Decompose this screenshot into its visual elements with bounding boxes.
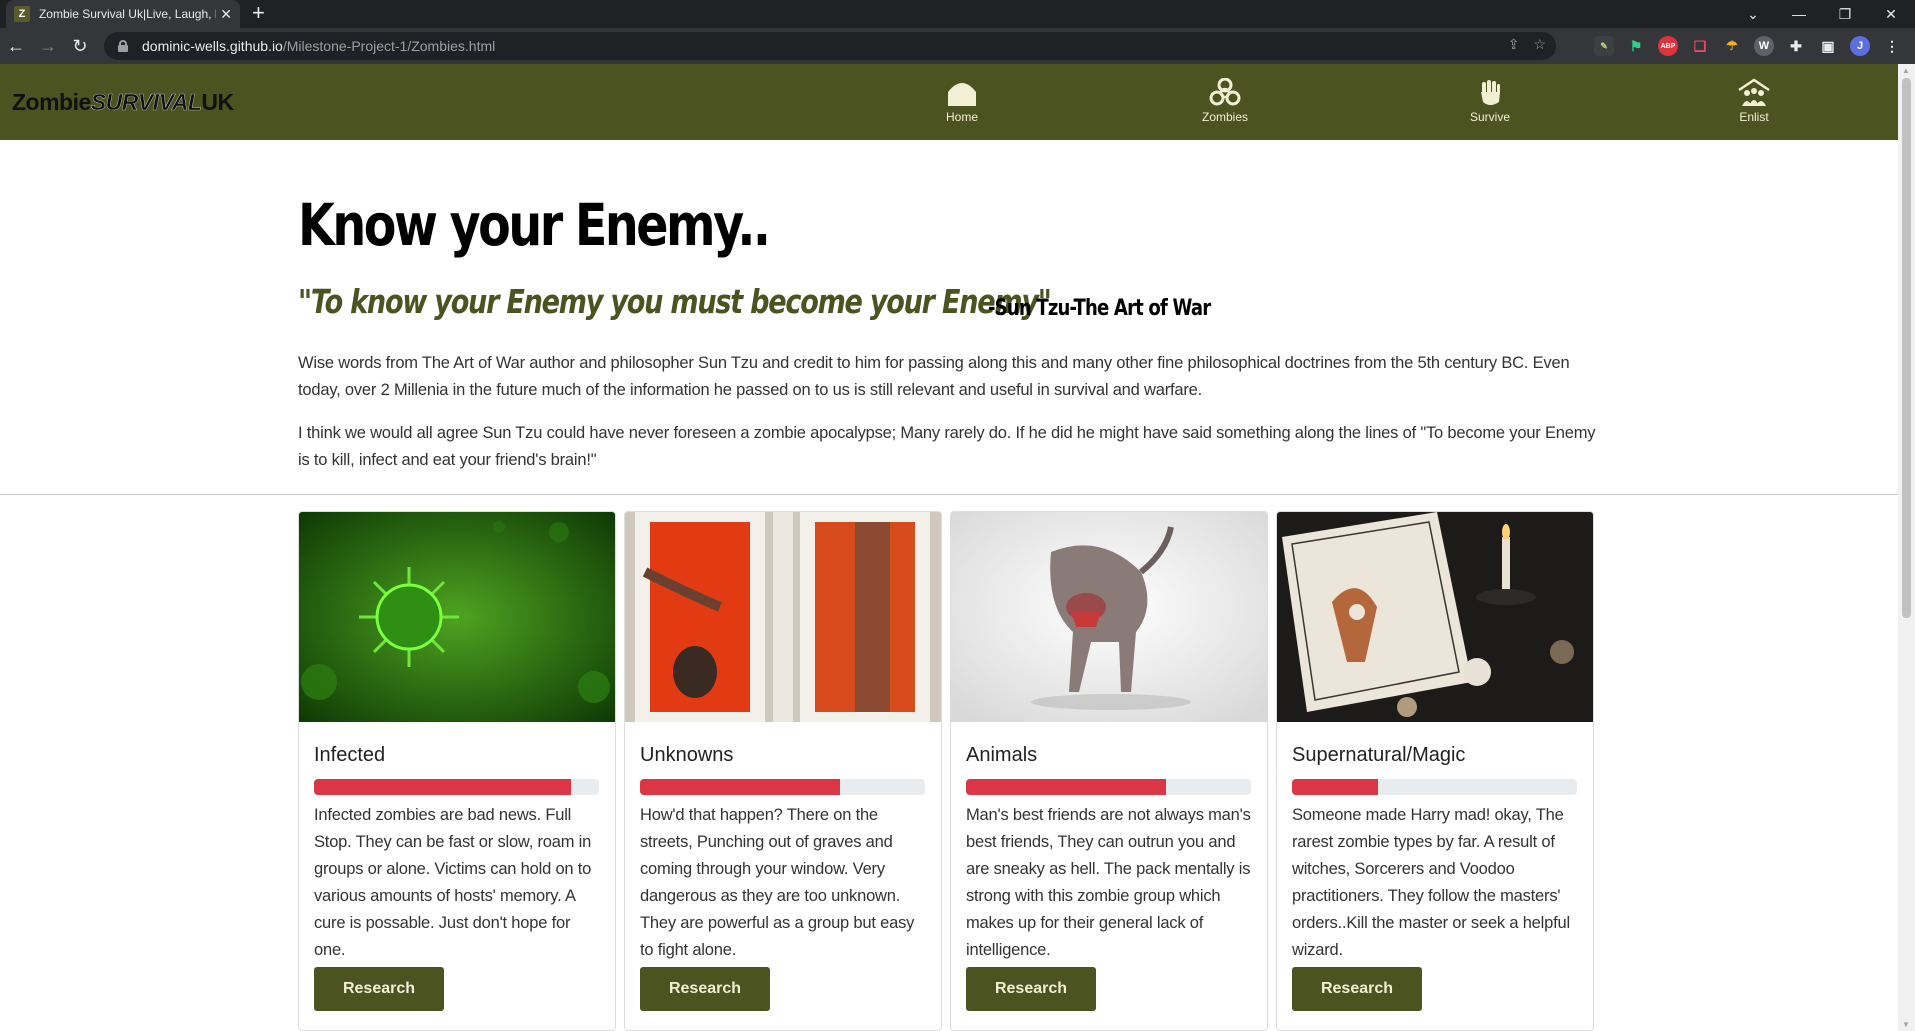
scrollbar-thumb[interactable] bbox=[1902, 78, 1911, 618]
intro-paragraph-2: I think we would all agree Sun Tzu could… bbox=[298, 424, 1596, 469]
site-logo[interactable]: ZombieSURVIVALUK bbox=[12, 89, 234, 116]
site-navbar: ZombieSURVIVALUK Home Zombies Survive En… bbox=[0, 64, 1898, 140]
tab-search-icon[interactable]: ⌄ bbox=[1731, 0, 1775, 28]
minimize-icon[interactable]: — bbox=[1777, 0, 1821, 28]
adblock-icon[interactable]: ABP bbox=[1658, 36, 1678, 56]
back-icon[interactable]: ← bbox=[4, 34, 28, 58]
research-button[interactable]: Research bbox=[314, 967, 444, 1011]
ouija-board-image bbox=[1277, 512, 1593, 722]
section-divider bbox=[0, 494, 1898, 495]
card-supernatural: Supernatural/Magic Someone made Harry ma… bbox=[1276, 511, 1594, 1031]
nav-enlist[interactable]: Enlist bbox=[1714, 78, 1794, 124]
threat-level-bar bbox=[1292, 779, 1577, 795]
zombie-cards: Infected Infected zombies are bad news. … bbox=[298, 511, 1594, 1031]
browser-toolbar: ← → ↻ dominic-wells.github.io/Milestone-… bbox=[0, 28, 1915, 64]
home-icon bbox=[948, 83, 976, 106]
nav-enlist-label: Enlist bbox=[1739, 110, 1769, 124]
page-viewport: ZombieSURVIVALUK Home Zombies Survive En… bbox=[0, 64, 1898, 1031]
browser-tab-strip: Z Zombie Survival Uk|Live, Laugh, L ✕ + … bbox=[0, 0, 1915, 28]
intro-section: Know your Enemy.. "To know your Enemy yo… bbox=[298, 190, 1596, 469]
browser-tab[interactable]: Z Zombie Survival Uk|Live, Laugh, L ✕ bbox=[6, 0, 240, 28]
card-infected: Infected Infected zombies are bad news. … bbox=[298, 511, 616, 1031]
browser-menu-icon[interactable]: ⋮ bbox=[1882, 36, 1902, 56]
research-button[interactable]: Research bbox=[640, 967, 770, 1011]
bookmark-star-icon[interactable]: ☆ bbox=[1533, 36, 1546, 53]
extension-hat-icon[interactable]: ☂ bbox=[1722, 36, 1742, 56]
window-close-icon[interactable]: ✕ bbox=[1869, 0, 1913, 28]
brand-part-1: Zombie bbox=[12, 89, 91, 115]
page-title: Know your Enemy.. bbox=[298, 191, 771, 259]
url-path: /Milestone-Project-1/Zombies.html bbox=[282, 38, 496, 54]
side-panel-icon[interactable]: ▣ bbox=[1818, 36, 1838, 56]
address-bar[interactable]: dominic-wells.github.io/Milestone-Projec… bbox=[104, 32, 1556, 60]
threat-level-fill bbox=[314, 779, 571, 795]
group-icon bbox=[1738, 78, 1770, 106]
threat-level-fill bbox=[640, 779, 840, 795]
threat-level-bar bbox=[314, 779, 599, 795]
research-button[interactable]: Research bbox=[966, 967, 1096, 1011]
nav-survive-label: Survive bbox=[1469, 110, 1510, 124]
card-title: Supernatural/Magic bbox=[1292, 744, 1466, 766]
card-title: Unknowns bbox=[640, 744, 734, 766]
threat-level-fill bbox=[966, 779, 1166, 795]
quote-block: "To know your Enemy you must become your… bbox=[298, 282, 1216, 321]
page-scrollbar[interactable]: ▲ ▼ bbox=[1898, 64, 1915, 1031]
extension-w-icon[interactable]: W bbox=[1754, 36, 1774, 56]
card-animals: Animals Man's best friends are not alway… bbox=[950, 511, 1268, 1031]
biohazard-icon bbox=[1209, 78, 1241, 106]
card-text: Someone made Harry mad! okay, The rarest… bbox=[1292, 806, 1570, 959]
share-icon[interactable]: ⇪ bbox=[1508, 36, 1520, 53]
extension-pen-icon[interactable]: ✎ bbox=[1594, 36, 1614, 56]
intro-paragraph-1: Wise words from The Art of War author an… bbox=[298, 354, 1570, 399]
brand-part-2: SURVIVAL bbox=[90, 89, 202, 115]
threat-level-fill bbox=[1292, 779, 1378, 795]
quote-text: "To know your Enemy you must become your… bbox=[298, 282, 1052, 321]
url-host: dominic-wells.github.io bbox=[142, 38, 283, 54]
brand-part-3: UK bbox=[201, 89, 234, 115]
extension-windows-icon[interactable]: ❏ bbox=[1690, 36, 1710, 56]
window-zombie-image bbox=[625, 512, 941, 722]
forward-icon[interactable]: → bbox=[36, 34, 60, 58]
card-title: Infected bbox=[314, 744, 386, 766]
reload-icon[interactable]: ↻ bbox=[68, 34, 92, 58]
card-text: Infected zombies are bad news. Full Stop… bbox=[314, 806, 592, 959]
scroll-up-icon[interactable]: ▲ bbox=[1902, 66, 1910, 75]
lock-icon[interactable] bbox=[118, 40, 128, 52]
virus-image bbox=[299, 512, 615, 722]
card-unknowns: Unknowns How'd that happen? There on the… bbox=[624, 511, 942, 1031]
extensions-puzzle-icon[interactable]: ✚ bbox=[1786, 36, 1806, 56]
tab-close-icon[interactable]: ✕ bbox=[220, 6, 232, 23]
threat-level-bar bbox=[966, 779, 1251, 795]
scroll-down-icon[interactable]: ▼ bbox=[1902, 1020, 1910, 1029]
nav-survive[interactable]: Survive bbox=[1450, 78, 1530, 124]
card-text: How'd that happen? There on the streets,… bbox=[640, 806, 915, 959]
tab-title: Zombie Survival Uk|Live, Laugh, L bbox=[38, 7, 217, 21]
site-favicon: Z bbox=[14, 6, 30, 22]
fist-icon bbox=[1481, 80, 1500, 105]
card-title: Animals bbox=[966, 744, 1038, 766]
quote-attribution: -Sun Tzu-The Art of War bbox=[988, 296, 1211, 321]
research-button[interactable]: Research bbox=[1292, 967, 1422, 1011]
threat-level-bar bbox=[640, 779, 925, 795]
nav-zombies[interactable]: Zombies bbox=[1185, 78, 1265, 124]
nav-zombies-label: Zombies bbox=[1201, 110, 1248, 124]
extension-flag-icon[interactable]: ⚑ bbox=[1626, 36, 1646, 56]
nav-home-label: Home bbox=[945, 110, 978, 124]
nav-home[interactable]: Home bbox=[922, 78, 1002, 124]
zombie-dog-image bbox=[951, 512, 1267, 722]
card-text: Man's best friends are not always man's … bbox=[966, 806, 1251, 959]
new-tab-icon[interactable]: + bbox=[252, 2, 265, 24]
profile-avatar[interactable]: J bbox=[1850, 36, 1870, 56]
restore-icon[interactable]: ❐ bbox=[1823, 0, 1867, 28]
